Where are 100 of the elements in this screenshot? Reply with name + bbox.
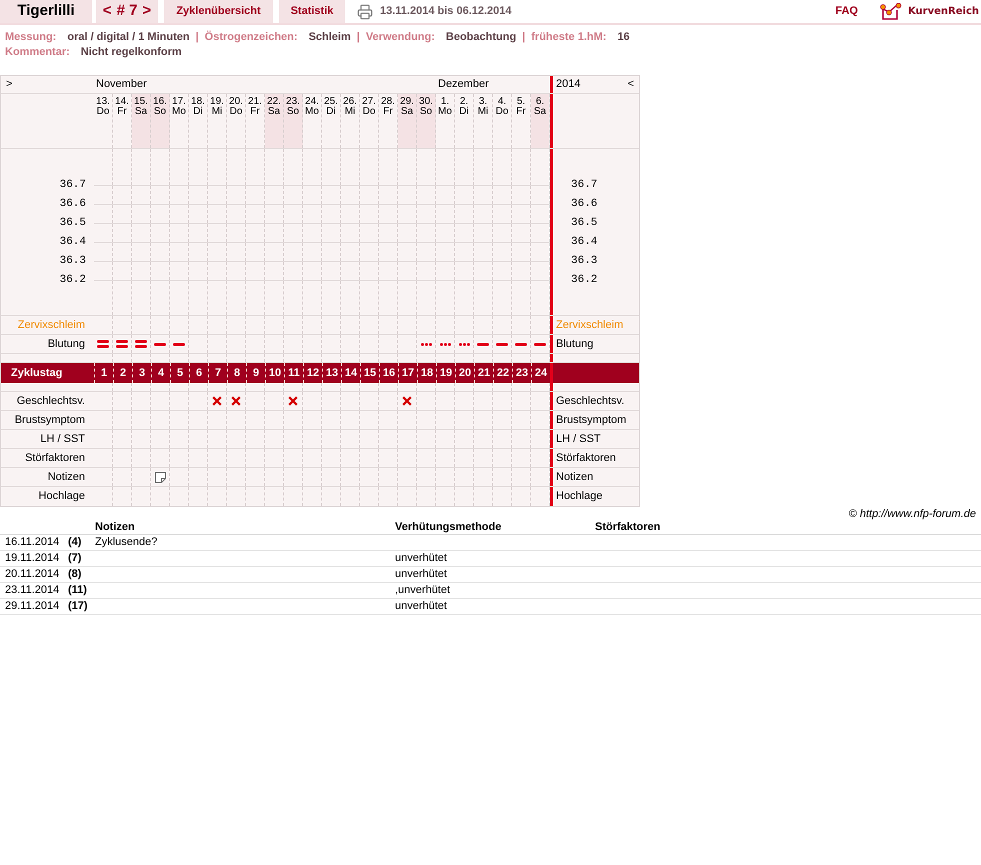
faq-link[interactable]: FAQ [835, 3, 858, 20]
method-text: ,unverhütet [395, 584, 450, 596]
cycle-day-number: 17 [402, 366, 414, 381]
weekday-label: Di [459, 107, 469, 117]
date-label: 20. [229, 97, 243, 107]
weekday-label: Mo [305, 107, 319, 117]
method-text: unverhütet [395, 600, 447, 612]
temperature-label: 36.4 [571, 235, 598, 250]
date-label: 24. [305, 97, 319, 107]
cycle-day-text: (4) [68, 536, 82, 548]
cycle-day-number: 2 [120, 366, 126, 381]
weekday-label: Sa [534, 107, 546, 117]
note-text: Zyklusende? [95, 536, 158, 548]
weekday-label: Do [496, 107, 508, 117]
date-label: 25. [324, 97, 338, 107]
date-label: 6. [536, 97, 544, 107]
temperature-label: 36.6 [60, 197, 86, 212]
info-value: Nicht regelkonform [80, 45, 182, 60]
row-label: Brustsymptom [556, 412, 626, 428]
weekday-label: Mi [478, 107, 488, 117]
row-label: Geschlechtsv. [556, 394, 624, 409]
row-label: Hochlage [556, 489, 602, 504]
cross-icon [288, 396, 298, 406]
row-label: Geschlechtsv. [16, 394, 85, 409]
date-text: 16.11.2014 [5, 536, 60, 548]
cycle-day-number: 6 [196, 366, 202, 381]
pipe-separator: | [196, 30, 199, 46]
date-label: 17. [172, 97, 186, 107]
cycle-day-text: (7) [68, 552, 82, 564]
date-label: 28. [381, 97, 395, 107]
date-label: 3. [478, 97, 488, 107]
date-label: 18. [191, 97, 205, 107]
date-label: 1. [440, 97, 450, 107]
forward-link[interactable]: > [6, 76, 12, 93]
row-label: Zyklustag [11, 366, 62, 381]
user-name-banner: Tigerlilli [0, 0, 92, 23]
weekday-label: Mo [438, 107, 452, 117]
date-range: 13.11.2014 bis 06.12.2014 [380, 4, 512, 20]
cycle-day-number: 8 [234, 366, 240, 381]
weekday-label: So [154, 107, 166, 117]
row-label: Störfaktoren [556, 450, 616, 466]
row-label: Störfaktoren [25, 450, 85, 466]
cycle-day-text: (8) [68, 568, 82, 580]
weekday-label: Fr [117, 107, 127, 117]
info-label: Verwendung: [366, 30, 435, 46]
note-icon[interactable] [154, 472, 166, 482]
info-value: oral / digital / 1 Minuten [67, 30, 190, 46]
row-label: Blutung [48, 336, 85, 352]
cycle-day-text: (11) [68, 584, 87, 596]
row-label: Brustsymptom [14, 412, 85, 428]
row-label: Zervixschleim [18, 318, 85, 333]
temperature-label: 36.4 [60, 235, 86, 250]
temperature-label: 36.7 [60, 178, 86, 194]
info-label: Kommentar: [5, 45, 70, 60]
cycle-day-number: 7 [214, 366, 222, 381]
weekday-label: So [286, 107, 300, 117]
tab[interactable]: Zyklenübersicht [164, 0, 273, 23]
cross-icon [231, 396, 241, 406]
cycle-day-text: (17) [68, 600, 88, 612]
previous-cycle-link[interactable]: < [102, 0, 112, 23]
info-value: Schleim [308, 30, 351, 46]
date-label: 16. [153, 97, 167, 107]
copyright-text: © http://www.nfp-forum.de [848, 506, 976, 522]
tab[interactable]: Statistik [279, 0, 345, 23]
weekday-label: Fr [383, 107, 393, 117]
cross-icon [402, 396, 412, 406]
temperature-label: 36.5 [571, 216, 598, 232]
weekday-label: Do [362, 107, 376, 117]
cycle-day-number: 4 [158, 366, 164, 381]
printer-icon[interactable] [357, 4, 373, 20]
info-value: Beobachtung [446, 30, 516, 46]
cycle-day-number: 10 [268, 366, 282, 381]
weekday-label: Mi [212, 107, 222, 117]
date-label: 13. [96, 97, 110, 107]
date-label: 22. [267, 97, 281, 107]
pipe-separator: | [522, 30, 526, 46]
weekday-label: Sa [400, 107, 414, 117]
method-text: unverhütet [395, 568, 447, 580]
column-header: Störfaktoren [595, 521, 660, 534]
weekday-label: Do [96, 107, 110, 117]
date-label: 23. [286, 97, 300, 107]
row-label: LH / SST [40, 432, 85, 447]
weekday-label: Do [230, 107, 242, 117]
cycle-day-number: 11 [288, 366, 300, 381]
month-label: November [96, 77, 147, 92]
back-link[interactable]: < [628, 76, 634, 93]
method-text: unverhütet [395, 552, 447, 564]
month-label: Dezember [438, 77, 489, 92]
weekday-label: Fr [516, 107, 526, 117]
date-label: 15. [134, 97, 148, 107]
next-cycle-link[interactable]: > [142, 0, 152, 23]
cycle-day-number: 21 [478, 366, 490, 381]
logo-link[interactable]: KurvenReich [880, 0, 979, 23]
cycle-day-number: 14 [344, 366, 358, 381]
weekday-label: Fr [250, 107, 260, 117]
row-label: Notizen [556, 470, 594, 485]
cycle-day-number: 16 [382, 366, 396, 381]
weekday-label: Di [193, 107, 203, 117]
cycle-day-number: 13 [326, 366, 338, 381]
date-label: 14. [115, 97, 129, 107]
